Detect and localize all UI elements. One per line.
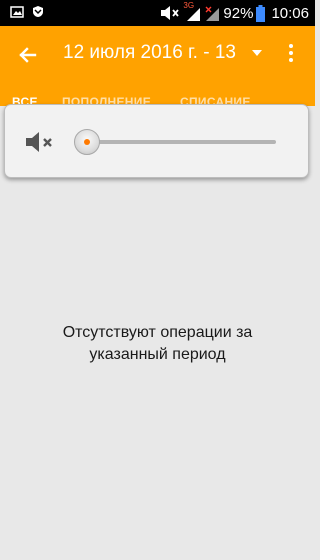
volume-slider-track[interactable]	[83, 140, 276, 144]
signal-icon	[204, 4, 220, 22]
more-vert-icon[interactable]	[284, 44, 298, 66]
arrow-left-icon[interactable]	[14, 41, 42, 69]
empty-state-message: Отсутствуют операции за указанный период	[62, 324, 253, 363]
volume-mute-icon	[161, 6, 180, 20]
slider-knob-dot	[84, 139, 90, 145]
status-bar: 3G 92% 10:06	[0, 0, 315, 26]
volume-slider-knob[interactable]	[74, 129, 100, 155]
volume-mute-icon[interactable]	[25, 130, 57, 154]
volume-panel	[4, 104, 309, 178]
tab-bar: ВСЕ ПОПОЛНЕНИЕ СПИСАНИЕ	[0, 84, 315, 106]
chevron-down-icon[interactable]	[252, 50, 262, 56]
date-range-selector[interactable]: 12 июля 2016 г. - 13	[63, 42, 243, 64]
signal-3g-icon: 3G	[183, 1, 201, 22]
system-icons: 3G 92% 10:06	[160, 1, 309, 23]
notification-icons	[10, 5, 44, 18]
clock: 10:06	[271, 4, 309, 22]
app-bar: 12 июля 2016 г. - 13	[0, 26, 315, 84]
shield-notification-icon	[33, 6, 43, 17]
image-notification-icon	[10, 5, 24, 18]
battery-icon	[256, 4, 266, 22]
battery-percent: 92%	[223, 4, 254, 22]
